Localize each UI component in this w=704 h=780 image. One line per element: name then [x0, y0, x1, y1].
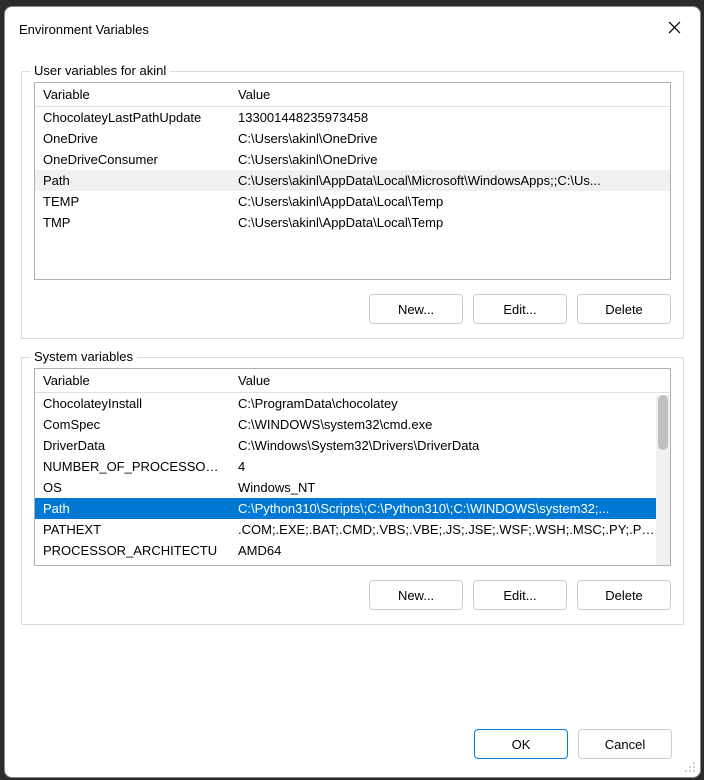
- cell-variable: TMP: [35, 212, 230, 233]
- system-new-button[interactable]: New...: [369, 580, 463, 610]
- cell-value: C:\Python310\Scripts\;C:\Python310\;C:\W…: [230, 498, 670, 519]
- user-new-button[interactable]: New...: [369, 294, 463, 324]
- close-icon: [668, 21, 681, 37]
- table-row[interactable]: ChocolateyLastPathUpdate1330014482359734…: [35, 107, 670, 129]
- cell-value: C:\Users\akinl\OneDrive: [230, 128, 670, 149]
- system-group-label: System variables: [30, 349, 137, 364]
- cell-variable: OneDrive: [35, 128, 230, 149]
- system-variables-group: System variables Variable Value Chocolat…: [21, 357, 684, 625]
- cell-value: C:\Users\akinl\AppData\Local\Microsoft\W…: [230, 170, 670, 191]
- scrollbar-thumb[interactable]: [658, 395, 668, 450]
- cell-value: C:\Users\akinl\AppData\Local\Temp: [230, 191, 670, 212]
- user-variables-group: User variables for akinl Variable Value …: [21, 71, 684, 339]
- table-row[interactable]: TMPC:\Users\akinl\AppData\Local\Temp: [35, 212, 670, 233]
- close-button[interactable]: [660, 15, 688, 43]
- system-delete-button[interactable]: Delete: [577, 580, 671, 610]
- user-variables-table[interactable]: Variable Value ChocolateyLastPathUpdate1…: [34, 82, 671, 280]
- cell-variable: TEMP: [35, 191, 230, 212]
- user-edit-button[interactable]: Edit...: [473, 294, 567, 324]
- cell-value: AMD64: [230, 540, 670, 561]
- system-edit-button[interactable]: Edit...: [473, 580, 567, 610]
- resize-grip[interactable]: [683, 760, 697, 774]
- cell-value: C:\ProgramData\chocolatey: [230, 393, 670, 415]
- cell-variable: ChocolateyInstall: [35, 393, 230, 415]
- user-delete-button[interactable]: Delete: [577, 294, 671, 324]
- table-row[interactable]: PathC:\Python310\Scripts\;C:\Python310\;…: [35, 498, 670, 519]
- column-header-value[interactable]: Value: [230, 369, 670, 393]
- column-header-value[interactable]: Value: [230, 83, 670, 107]
- dialog-content: User variables for akinl Variable Value …: [5, 47, 700, 711]
- scrollbar[interactable]: [656, 395, 670, 565]
- table-row[interactable]: PathC:\Users\akinl\AppData\Local\Microso…: [35, 170, 670, 191]
- cell-value: 133001448235973458: [230, 107, 670, 129]
- cell-value: C:\WINDOWS\system32\cmd.exe: [230, 414, 670, 435]
- table-row[interactable]: PROCESSOR_ARCHITECTUAMD64: [35, 540, 670, 561]
- cell-value: Windows_NT: [230, 477, 670, 498]
- env-vars-dialog: Environment Variables User variables for…: [4, 6, 701, 778]
- table-row[interactable]: ComSpecC:\WINDOWS\system32\cmd.exe: [35, 414, 670, 435]
- cell-value: C:\Windows\System32\Drivers\DriverData: [230, 435, 670, 456]
- user-group-label: User variables for akinl: [30, 63, 170, 78]
- table-row[interactable]: DriverDataC:\Windows\System32\Drivers\Dr…: [35, 435, 670, 456]
- cell-value: .COM;.EXE;.BAT;.CMD;.VBS;.VBE;.JS;.JSE;.…: [230, 519, 670, 540]
- cell-variable: Path: [35, 170, 230, 191]
- dialog-footer: OK Cancel: [5, 711, 700, 777]
- cell-variable: ChocolateyLastPathUpdate: [35, 107, 230, 129]
- cell-value: C:\Users\akinl\OneDrive: [230, 149, 670, 170]
- table-row[interactable]: NUMBER_OF_PROCESSORS4: [35, 456, 670, 477]
- column-header-variable[interactable]: Variable: [35, 83, 230, 107]
- system-buttons-row: New... Edit... Delete: [34, 580, 671, 610]
- cell-variable: DriverData: [35, 435, 230, 456]
- cell-value: 4: [230, 456, 670, 477]
- table-row[interactable]: TEMPC:\Users\akinl\AppData\Local\Temp: [35, 191, 670, 212]
- cell-variable: NUMBER_OF_PROCESSORS: [35, 456, 230, 477]
- cell-variable: ComSpec: [35, 414, 230, 435]
- column-header-variable[interactable]: Variable: [35, 369, 230, 393]
- dialog-title: Environment Variables: [19, 22, 149, 37]
- cell-value: C:\Users\akinl\AppData\Local\Temp: [230, 212, 670, 233]
- titlebar: Environment Variables: [5, 7, 700, 47]
- cell-variable: Path: [35, 498, 230, 519]
- table-row[interactable]: PATHEXT.COM;.EXE;.BAT;.CMD;.VBS;.VBE;.JS…: [35, 519, 670, 540]
- table-row[interactable]: OSWindows_NT: [35, 477, 670, 498]
- cell-variable: PROCESSOR_ARCHITECTU: [35, 540, 230, 561]
- table-row[interactable]: ChocolateyInstallC:\ProgramData\chocolat…: [35, 393, 670, 415]
- cell-variable: OneDriveConsumer: [35, 149, 230, 170]
- table-row[interactable]: OneDriveConsumerC:\Users\akinl\OneDrive: [35, 149, 670, 170]
- user-buttons-row: New... Edit... Delete: [34, 294, 671, 324]
- ok-button[interactable]: OK: [474, 729, 568, 759]
- cell-variable: PATHEXT: [35, 519, 230, 540]
- system-variables-table[interactable]: Variable Value ChocolateyInstallC:\Progr…: [34, 368, 671, 566]
- cell-variable: OS: [35, 477, 230, 498]
- cancel-button[interactable]: Cancel: [578, 729, 672, 759]
- table-row[interactable]: OneDriveC:\Users\akinl\OneDrive: [35, 128, 670, 149]
